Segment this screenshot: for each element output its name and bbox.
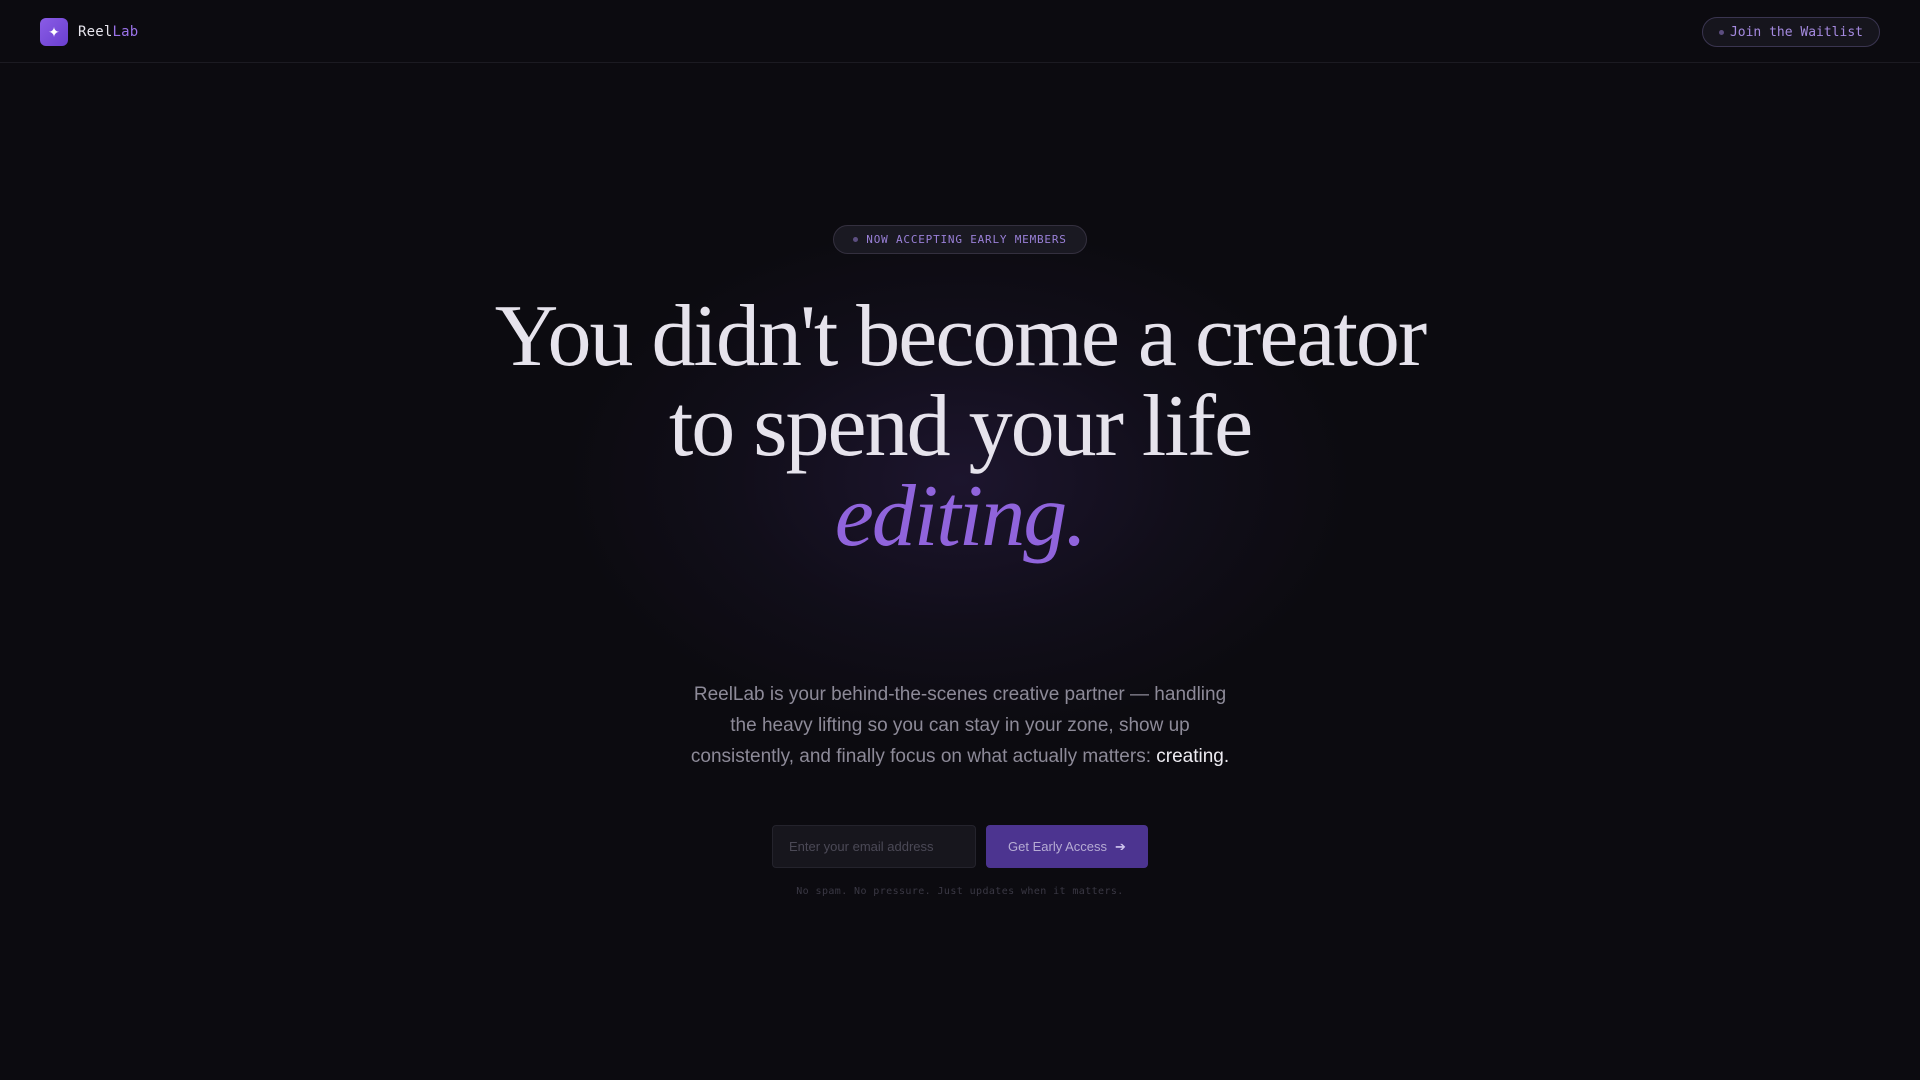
description-emphasis: creating. [1156,746,1230,767]
arrow-right-icon: ➔ [1115,838,1126,854]
site-header: ✦ ReelLab Join the Waitlist [0,0,1920,63]
join-waitlist-button[interactable]: Join the Waitlist [1701,17,1880,47]
brand-name-part2: Lab [112,24,139,40]
join-waitlist-label: Join the Waitlist [1729,24,1863,40]
waitlist-form: Get Early Access ➔ [772,825,1148,868]
headline-line-1: You didn't become a creator [494,288,1427,385]
get-early-access-label: Get Early Access [1008,839,1108,854]
brand-logo[interactable]: ✦ ReelLab [40,18,138,46]
hero-description: ReelLab is your behind-the-scenes creati… [690,679,1230,772]
fineprint: No spam. No pressure. Just updates when … [796,886,1124,897]
sparkle-icon: ✦ [40,18,68,46]
dot-icon [853,237,859,242]
brand-name: ReelLab [78,24,138,40]
dot-icon [1718,29,1724,35]
email-input[interactable] [772,825,976,868]
get-early-access-button[interactable]: Get Early Access ➔ [986,825,1148,868]
early-members-badge: NOW ACCEPTING EARLY MEMBERS [833,225,1087,254]
description-text: ReelLab is your behind-the-scenes creati… [690,684,1227,767]
headline-accent: editing. [834,468,1087,565]
brand-name-part1: Reel [78,24,113,40]
hero-headline: You didn't become a creator to spend you… [460,292,1460,562]
headline-line-2: to spend your life [668,378,1253,475]
badge-label: NOW ACCEPTING EARLY MEMBERS [866,233,1067,246]
